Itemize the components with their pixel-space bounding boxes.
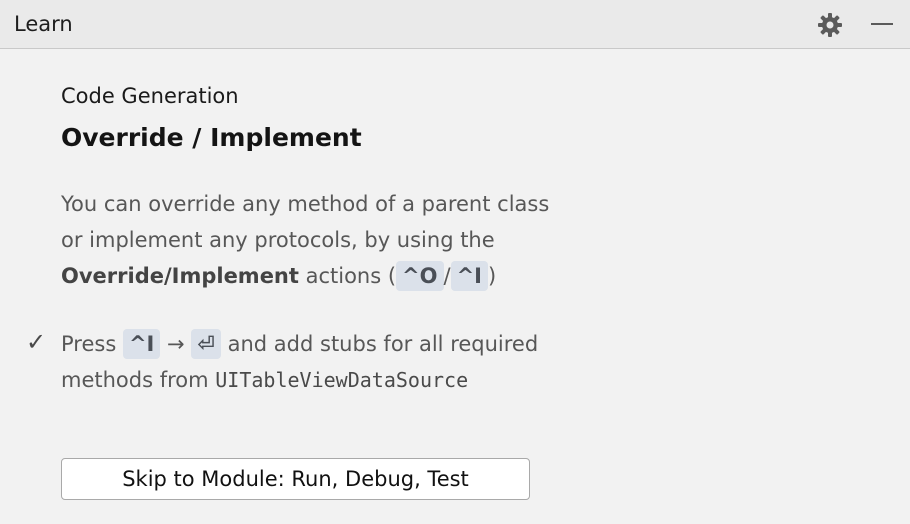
step-line-2: methods from <box>61 368 216 392</box>
description-line-2: or implement any protocols, by using the <box>61 228 495 252</box>
step-press-text: Press <box>61 332 123 356</box>
lesson-description: You can override any method of a parent … <box>61 186 661 294</box>
checkmark-icon: ✓ <box>26 328 47 356</box>
shortcut-override: ^O <box>396 261 444 291</box>
gear-icon[interactable] <box>816 11 844 39</box>
lesson-title: Override / Implement <box>61 123 362 152</box>
step-arrow: → <box>160 332 192 356</box>
lesson-step: Press ^I → ⏎ and add stubs for all requi… <box>61 326 681 398</box>
skip-to-module-button[interactable]: Skip to Module: Run, Debug, Test <box>61 458 530 500</box>
description-line-1: You can override any method of a parent … <box>61 192 550 216</box>
shortcut-key-1: ^I <box>122 329 161 359</box>
shortcut-separator: / <box>443 264 451 288</box>
return-key: ⏎ <box>191 329 221 359</box>
shortcut-implement: ^I <box>450 261 488 291</box>
actions-text: actions ( <box>298 264 397 288</box>
minimize-icon[interactable] <box>868 11 896 39</box>
step-rest-text: and add stubs for all required <box>220 332 539 356</box>
close-paren: ) <box>488 264 497 288</box>
class-name: UITableViewDataSource <box>215 368 469 392</box>
toolwindow-title: Learn <box>14 12 73 36</box>
learn-toolwindow-header: Learn <box>0 0 910 49</box>
action-name: Override/Implement <box>61 264 299 288</box>
module-name: Code Generation <box>61 84 239 108</box>
